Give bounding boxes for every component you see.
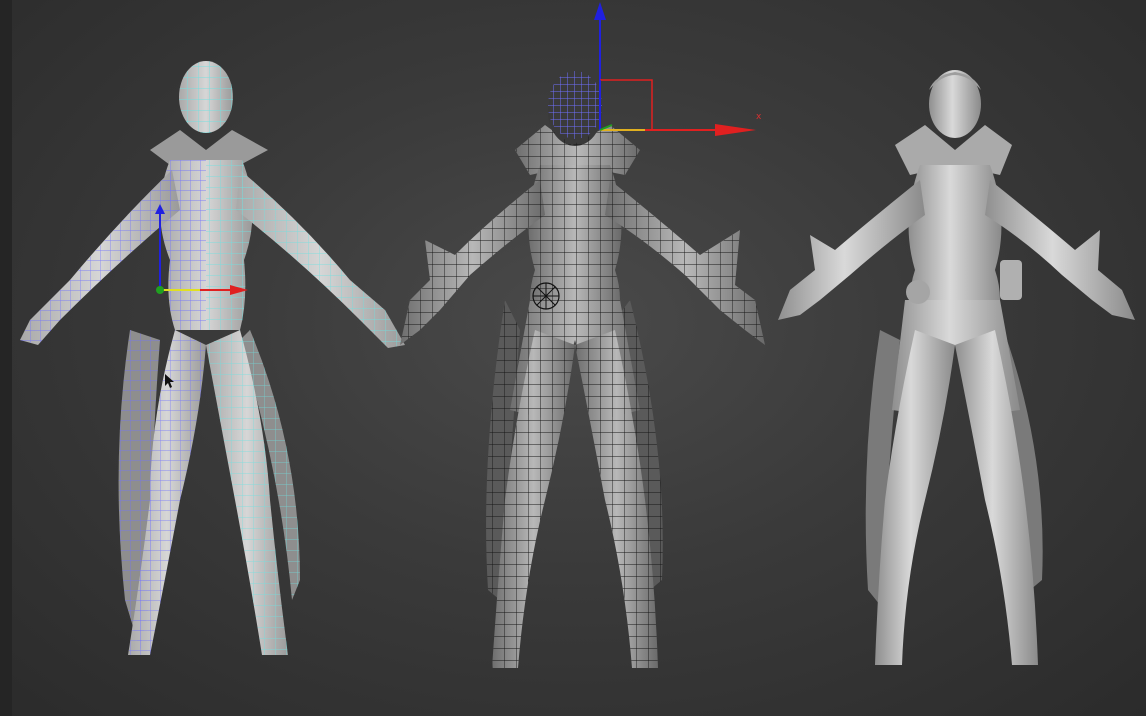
- right-figure-body: [778, 70, 1135, 665]
- 3d-viewport[interactable]: x: [0, 0, 1146, 716]
- model-smooth-shaded[interactable]: [0, 0, 1146, 716]
